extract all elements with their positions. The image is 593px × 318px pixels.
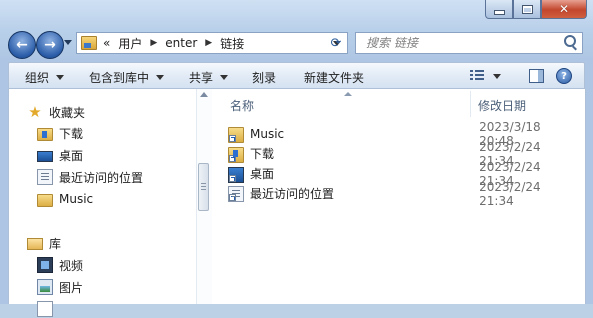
shortcut-folder-icon bbox=[228, 126, 244, 143]
minimize-button[interactable] bbox=[485, 0, 513, 19]
nav-item-label: Music bbox=[59, 192, 94, 206]
column-divider[interactable] bbox=[470, 91, 471, 117]
recent-pages-dropdown[interactable] bbox=[64, 40, 72, 45]
maximize-icon bbox=[521, 4, 533, 14]
breadcrumb-item-links[interactable]: 链接 bbox=[220, 35, 244, 52]
nav-item-documents[interactable] bbox=[37, 300, 59, 318]
view-options-dropdown[interactable] bbox=[493, 74, 501, 79]
file-date: 2023/2/24 21:34 bbox=[479, 179, 541, 208]
burn-button[interactable]: 刻录 bbox=[252, 69, 276, 86]
nav-item-label: 图片 bbox=[59, 280, 84, 295]
nav-favorites-label: 收藏夹 bbox=[49, 105, 86, 120]
file-name: Music bbox=[250, 126, 285, 141]
nav-item-recent-places[interactable]: 最近访问的位置 bbox=[37, 168, 143, 186]
include-in-library-label: 包含到库中 bbox=[89, 71, 150, 85]
chevron-right-icon[interactable]: ▶ bbox=[205, 38, 212, 48]
file-name: 最近访问的位置 bbox=[250, 187, 335, 201]
search-box[interactable] bbox=[355, 32, 583, 54]
libraries-icon bbox=[27, 238, 43, 250]
file-list: 名称 修改日期 Music 2023/3/18 20:48 下载 2023/2/… bbox=[212, 89, 586, 304]
include-in-library-menu[interactable]: 包含到库中 bbox=[89, 69, 165, 86]
music-folder-icon bbox=[37, 193, 53, 207]
chevron-down-icon bbox=[156, 75, 165, 80]
back-arrow-icon: ← bbox=[16, 37, 28, 53]
file-name: 桌面 bbox=[250, 167, 275, 181]
recent-places-icon bbox=[37, 169, 53, 185]
search-icon[interactable] bbox=[564, 35, 576, 47]
command-bar: 组织 包含到库中 共享 刻录 新建文件夹 ? bbox=[8, 62, 585, 89]
scroll-up-arrow-icon[interactable] bbox=[200, 92, 208, 97]
maximize-button[interactable] bbox=[513, 0, 541, 19]
nav-item-label: 桌面 bbox=[59, 148, 84, 163]
chevron-down-icon bbox=[56, 75, 65, 80]
chevron-right-icon[interactable]: ▶ bbox=[150, 38, 157, 48]
nav-item-label: 视频 bbox=[59, 258, 84, 273]
file-row[interactable]: 最近访问的位置 2023/2/24 21:34 bbox=[228, 180, 573, 208]
video-library-icon bbox=[37, 257, 53, 273]
caption-buttons: ✕ bbox=[485, 0, 587, 19]
nav-item-videos[interactable]: 视频 bbox=[37, 256, 83, 274]
nav-favorites[interactable]: ★ 收藏夹 bbox=[27, 103, 85, 121]
nav-item-music[interactable]: Music bbox=[37, 190, 93, 208]
organize-menu[interactable]: 组织 bbox=[25, 69, 65, 86]
new-folder-button[interactable]: 新建文件夹 bbox=[304, 69, 364, 86]
refresh-icon[interactable]: ⟳ bbox=[326, 33, 346, 53]
organize-label: 组织 bbox=[25, 71, 50, 85]
back-button[interactable]: ← bbox=[8, 31, 36, 59]
nav-item-pictures[interactable]: 图片 bbox=[37, 278, 83, 296]
burn-label: 刻录 bbox=[252, 71, 277, 85]
shortcut-desktop-icon bbox=[228, 166, 244, 183]
help-icon[interactable]: ? bbox=[556, 68, 572, 84]
share-label: 共享 bbox=[189, 71, 214, 85]
column-header-name[interactable]: 名称 bbox=[230, 97, 254, 114]
file-name: 下载 bbox=[250, 147, 275, 161]
share-menu[interactable]: 共享 bbox=[189, 69, 229, 86]
nav-item-downloads[interactable]: 下载 bbox=[37, 124, 83, 142]
library-folder-icon bbox=[81, 36, 97, 50]
preview-pane-icon[interactable] bbox=[529, 69, 544, 83]
document-library-icon bbox=[37, 301, 53, 317]
shortcut-arrow-icon bbox=[229, 174, 236, 182]
explorer-window: ✕ ← → « 用户 ▶ enter ▶ 链接 ⟳ 组织 包含到库中 共享 刻录 bbox=[0, 0, 593, 317]
downloads-folder-icon bbox=[37, 127, 53, 141]
star-icon: ★ bbox=[28, 103, 42, 121]
shortcut-recent-icon bbox=[228, 185, 244, 202]
picture-library-icon bbox=[37, 279, 53, 295]
nav-libraries-label: 库 bbox=[49, 236, 62, 251]
close-button[interactable]: ✕ bbox=[541, 0, 587, 19]
desktop-icon bbox=[37, 150, 53, 162]
chevron-down-icon bbox=[220, 75, 229, 80]
shortcut-arrow-icon bbox=[229, 193, 236, 201]
forward-arrow-icon: → bbox=[44, 37, 56, 53]
breadcrumb-overflow[interactable]: « bbox=[103, 36, 110, 50]
close-icon: ✕ bbox=[558, 2, 570, 16]
nav-item-desktop[interactable]: 桌面 bbox=[37, 146, 83, 164]
breadcrumb: « 用户 ▶ enter ▶ 链接 bbox=[103, 35, 244, 52]
shortcut-arrow-icon bbox=[229, 154, 236, 162]
breadcrumb-item-users[interactable]: 用户 bbox=[118, 35, 142, 52]
new-folder-label: 新建文件夹 bbox=[304, 71, 365, 85]
column-header-modified[interactable]: 修改日期 bbox=[478, 97, 526, 114]
nav-libraries[interactable]: 库 bbox=[27, 234, 61, 252]
scrollbar-thumb[interactable] bbox=[198, 163, 209, 211]
change-view-icon[interactable] bbox=[470, 70, 484, 81]
nav-pane-scrollbar[interactable] bbox=[196, 89, 213, 304]
nav-item-label: 最近访问的位置 bbox=[59, 170, 144, 185]
nav-item-label: 下载 bbox=[59, 126, 84, 141]
shortcut-arrow-icon bbox=[229, 134, 236, 142]
shortcut-folder-icon bbox=[228, 146, 244, 163]
minimize-icon bbox=[493, 9, 505, 15]
breadcrumb-item-user[interactable]: enter bbox=[165, 36, 197, 50]
navigation-pane: ★ 收藏夹 下载 桌面 最近访问的位置 Music 库 视频 图片 bbox=[8, 89, 197, 317]
search-input[interactable] bbox=[364, 35, 563, 51]
sort-ascending-icon bbox=[344, 92, 352, 96]
address-bar[interactable]: « 用户 ▶ enter ▶ 链接 bbox=[76, 32, 348, 54]
forward-button[interactable]: → bbox=[36, 31, 64, 59]
